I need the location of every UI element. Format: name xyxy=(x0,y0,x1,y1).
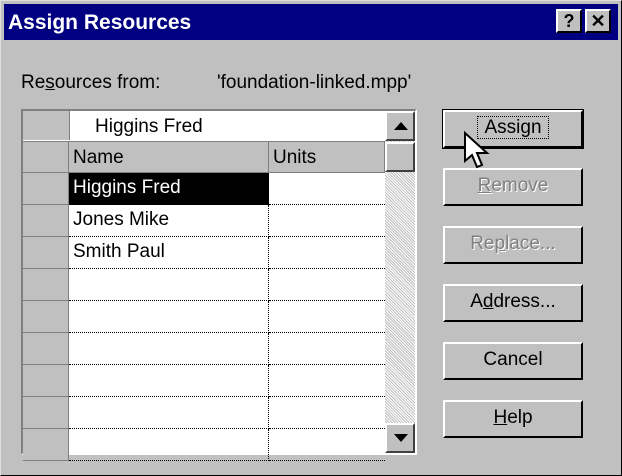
table-row[interactable]: Smith Paul xyxy=(23,237,385,269)
column-header-name[interactable]: Name xyxy=(69,142,269,173)
vertical-scrollbar[interactable] xyxy=(385,111,415,453)
help-button[interactable]: Help xyxy=(443,400,583,438)
header-corner[interactable] xyxy=(23,142,69,173)
cell-name[interactable]: Higgins Fred xyxy=(69,173,269,205)
title-bar[interactable]: Assign Resources ? ✕ xyxy=(4,4,618,40)
resources-from-label: Resources from: xyxy=(21,72,161,93)
cell-units[interactable] xyxy=(269,333,385,365)
cell-units[interactable] xyxy=(269,365,385,397)
row-header[interactable] xyxy=(23,173,69,205)
close-button[interactable]: ✕ xyxy=(585,9,611,33)
cell-units[interactable] xyxy=(269,237,385,269)
cell-name[interactable] xyxy=(69,397,269,429)
cell-units[interactable] xyxy=(269,269,385,301)
mouse-pointer-icon xyxy=(464,131,490,169)
table-row[interactable] xyxy=(23,397,385,429)
address-button[interactable]: Address... xyxy=(443,284,583,322)
replace-button[interactable]: Replace... xyxy=(443,226,583,264)
table-row[interactable] xyxy=(23,269,385,301)
row-header[interactable] xyxy=(23,333,69,365)
cell-name[interactable] xyxy=(69,269,269,301)
down-arrow-icon xyxy=(394,434,408,442)
table-row[interactable] xyxy=(23,429,385,461)
table-row[interactable] xyxy=(23,301,385,333)
cell-name[interactable] xyxy=(69,365,269,397)
table-row[interactable]: Jones Mike xyxy=(23,205,385,237)
cell-units[interactable] xyxy=(269,173,385,205)
grid-edit-value[interactable]: Higgins Fred xyxy=(95,116,203,138)
scroll-down-button[interactable] xyxy=(385,423,415,453)
grid-edit-bar: Higgins Fred xyxy=(23,111,385,142)
dialog-title: Assign Resources xyxy=(8,11,192,34)
help-titlebar-button[interactable]: ? xyxy=(556,9,582,33)
row-header[interactable] xyxy=(23,205,69,237)
table-row[interactable] xyxy=(23,333,385,365)
cell-name[interactable] xyxy=(69,333,269,365)
table-row[interactable] xyxy=(23,365,385,397)
row-header[interactable] xyxy=(23,429,69,461)
source-file-name: 'foundation-linked.mpp' xyxy=(217,72,412,93)
row-header[interactable] xyxy=(23,301,69,333)
row-header[interactable] xyxy=(23,397,69,429)
row-header[interactable] xyxy=(23,365,69,397)
scroll-thumb[interactable] xyxy=(385,142,415,172)
cell-units[interactable] xyxy=(269,205,385,237)
up-arrow-icon xyxy=(394,122,408,130)
row-header[interactable] xyxy=(23,269,69,301)
resource-grid: Higgins Fred Name Units Higgins Fred Jone… xyxy=(21,109,417,461)
table-row[interactable]: Higgins Fred xyxy=(23,173,385,205)
cell-units[interactable] xyxy=(269,429,385,461)
cell-name[interactable]: Jones Mike xyxy=(69,205,269,237)
cell-units[interactable] xyxy=(269,397,385,429)
assign-resources-dialog: Assign Resources ? ✕ Resources from: 'fo… xyxy=(0,0,622,476)
column-header-units[interactable]: Units xyxy=(269,142,385,173)
scroll-up-button[interactable] xyxy=(385,111,415,141)
row-header[interactable] xyxy=(23,237,69,269)
cell-units[interactable] xyxy=(269,301,385,333)
cell-name[interactable] xyxy=(69,429,269,461)
cancel-button[interactable]: Cancel xyxy=(443,342,583,380)
cell-name[interactable]: Smith Paul xyxy=(69,237,269,269)
cell-name[interactable] xyxy=(69,301,269,333)
